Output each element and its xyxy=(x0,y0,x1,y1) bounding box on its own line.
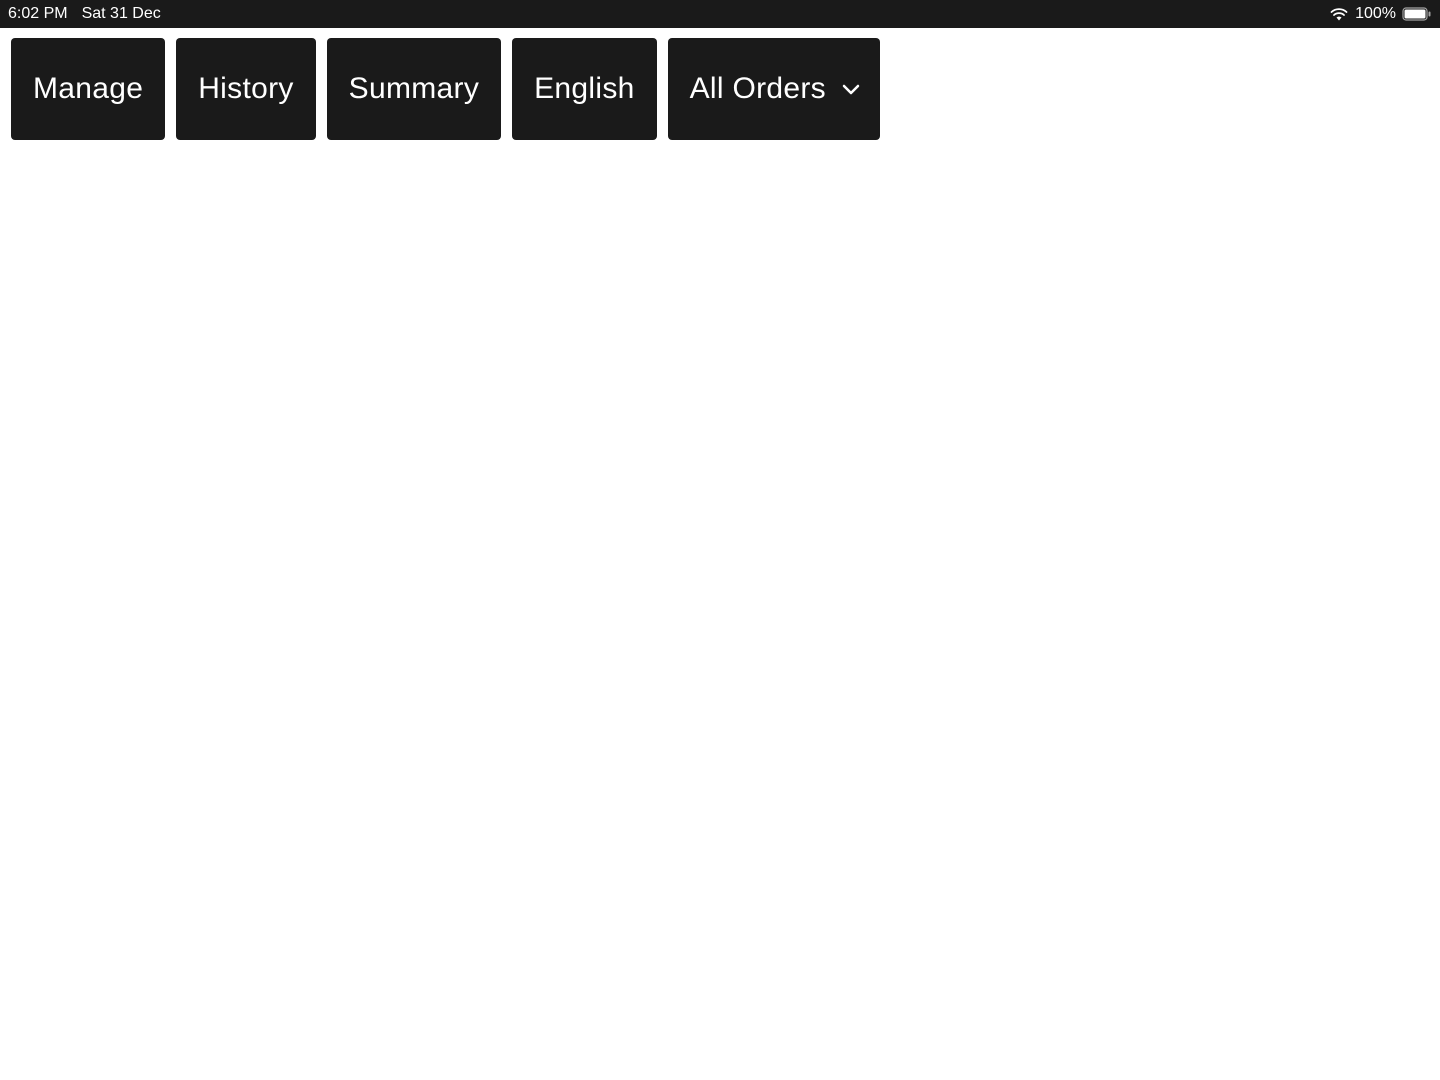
status-bar-right: 100% xyxy=(1329,5,1432,23)
manage-button[interactable]: Manage xyxy=(11,38,165,140)
all-orders-dropdown[interactable]: All Orders xyxy=(668,38,880,140)
status-bar: 6:02 PM Sat 31 Dec 100% xyxy=(0,0,1440,28)
status-bar-left: 6:02 PM Sat 31 Dec xyxy=(8,5,161,23)
english-button[interactable]: English xyxy=(512,38,657,140)
wifi-icon xyxy=(1329,7,1349,21)
summary-button[interactable]: Summary xyxy=(327,38,501,140)
toolbar: Manage History Summary English All Order… xyxy=(0,28,1440,150)
history-button-label: History xyxy=(198,72,293,106)
manage-button-label: Manage xyxy=(33,72,143,106)
all-orders-dropdown-label: All Orders xyxy=(690,72,826,106)
history-button[interactable]: History xyxy=(176,38,315,140)
english-button-label: English xyxy=(534,72,635,106)
status-time: 6:02 PM xyxy=(8,5,68,23)
battery-icon xyxy=(1402,7,1432,21)
chevron-down-icon xyxy=(840,78,862,100)
status-date: Sat 31 Dec xyxy=(82,5,161,23)
summary-button-label: Summary xyxy=(349,72,479,106)
status-battery-percent: 100% xyxy=(1355,5,1396,23)
